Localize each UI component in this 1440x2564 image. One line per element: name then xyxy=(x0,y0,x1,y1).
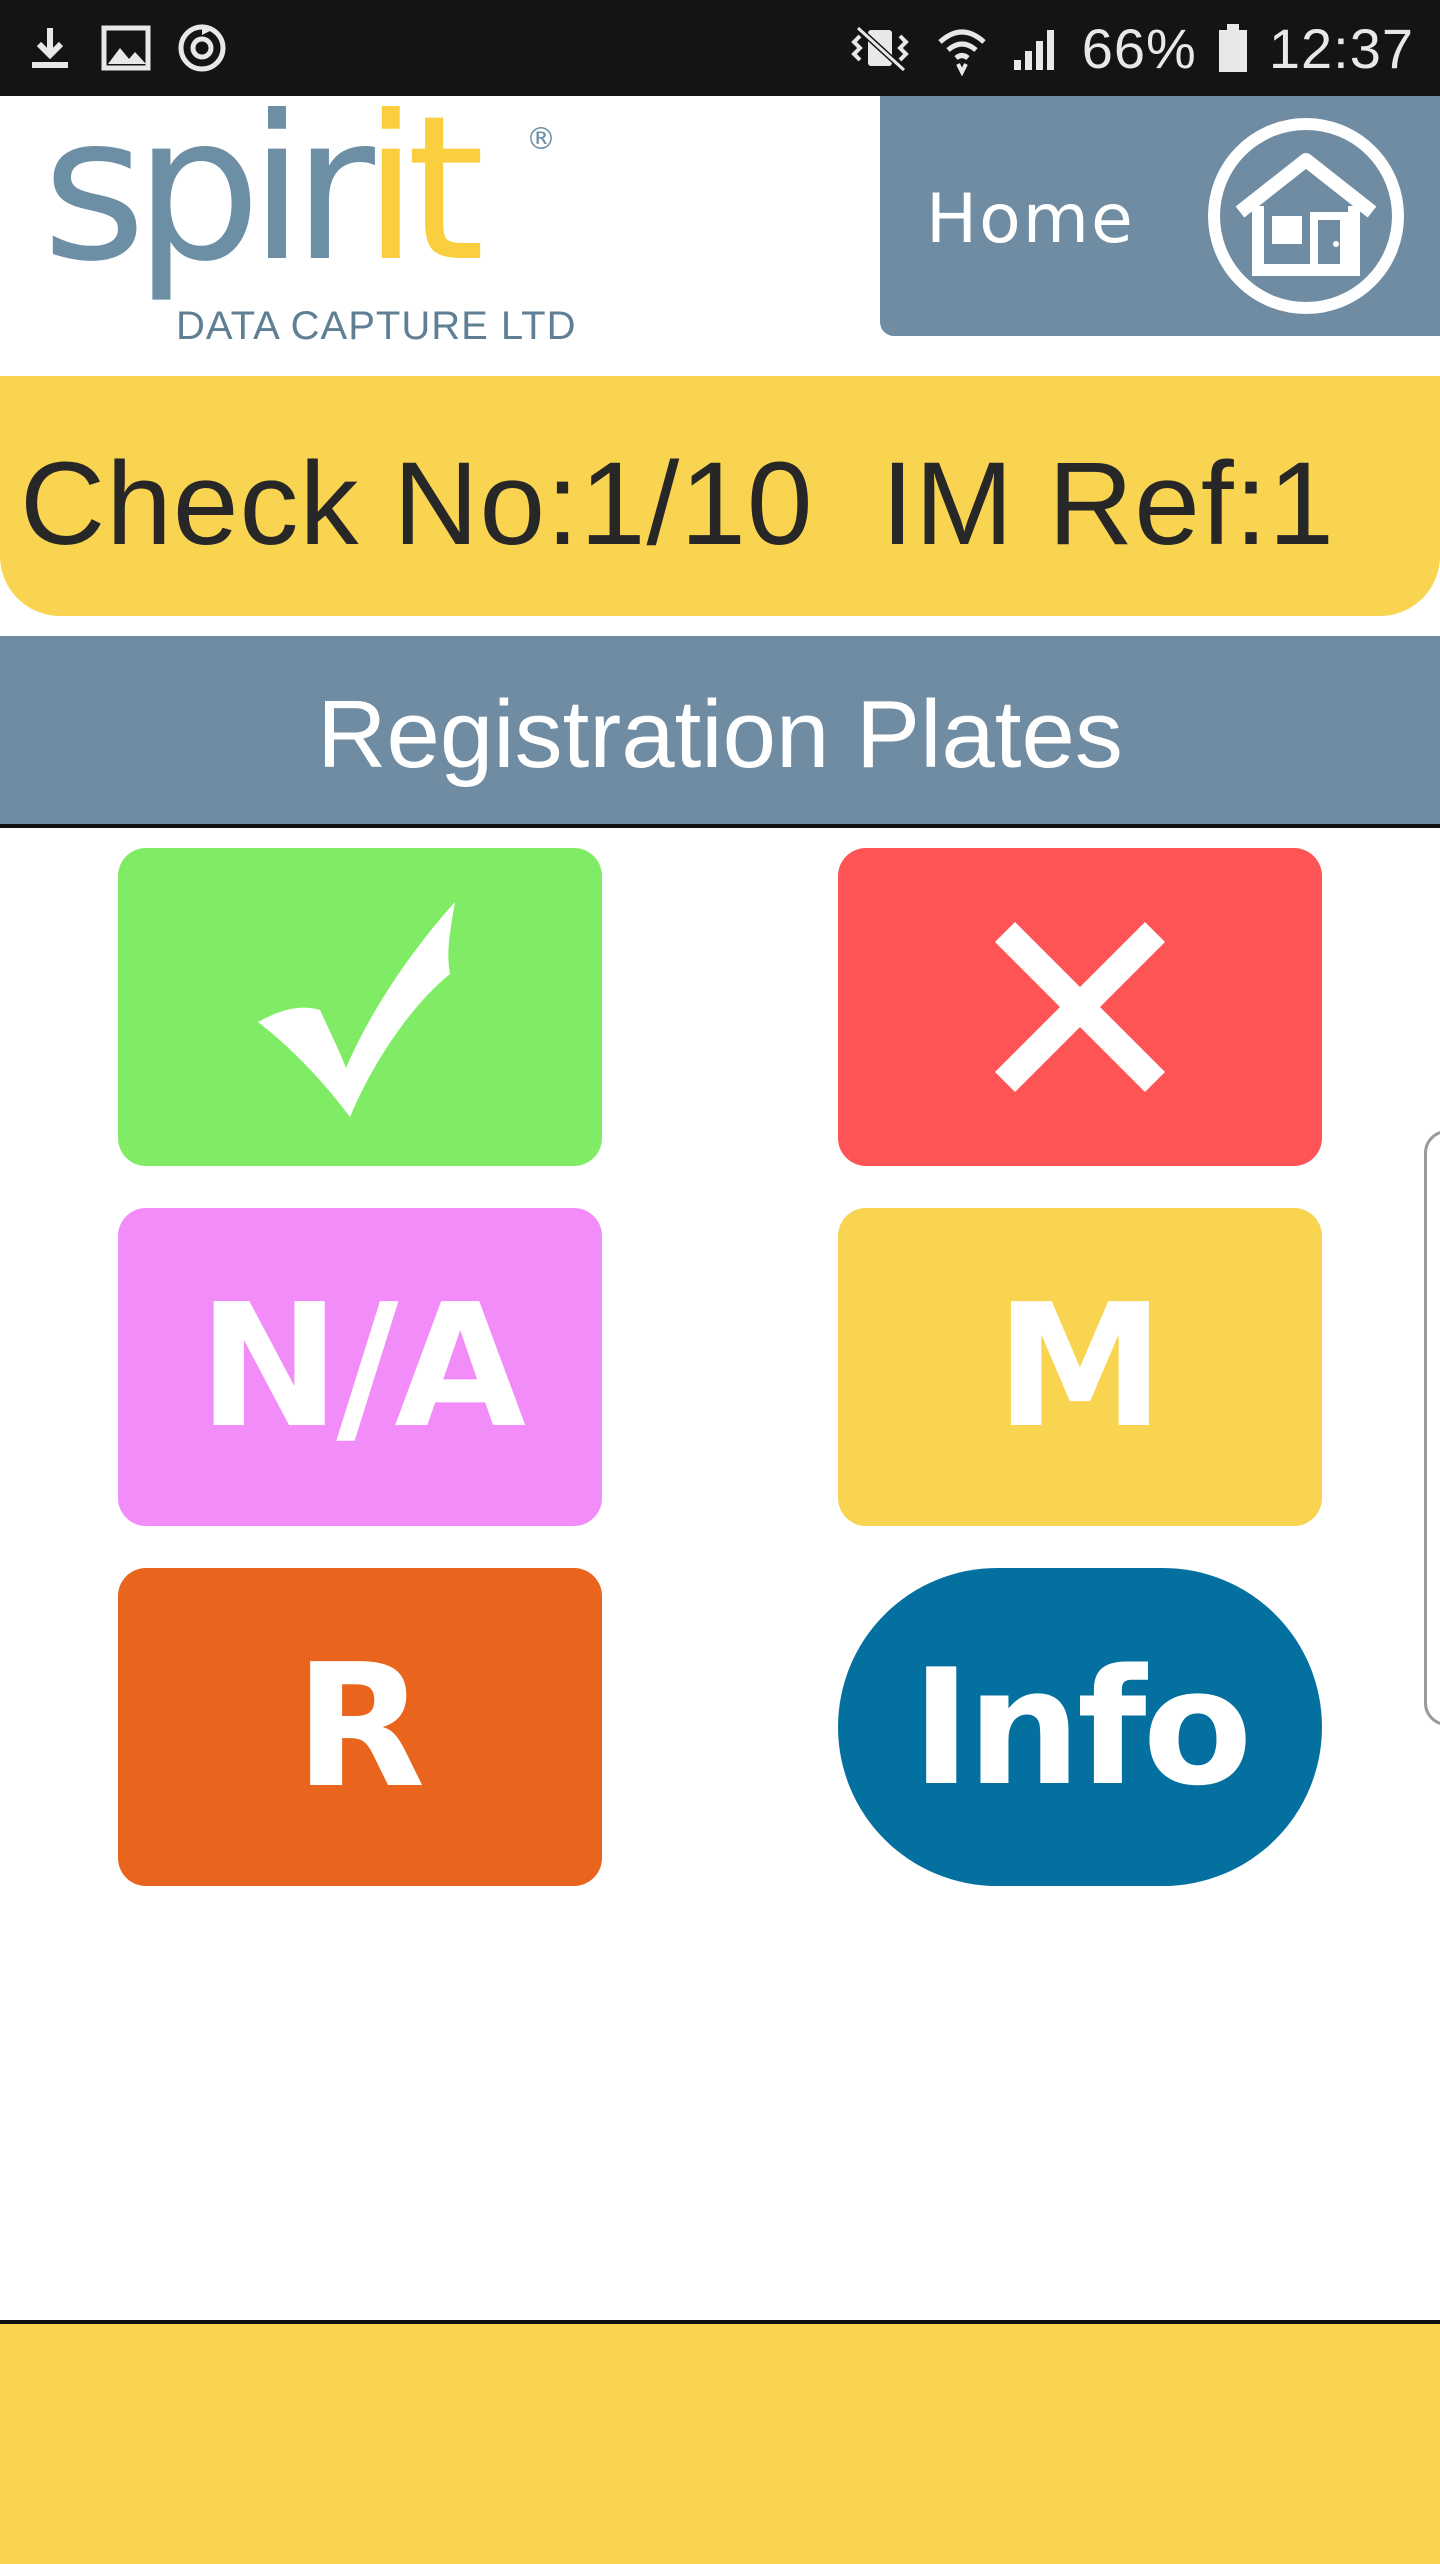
battery-icon xyxy=(1215,20,1251,76)
home-label: Home xyxy=(926,180,1135,259)
sync-icon xyxy=(174,20,230,76)
house-icon xyxy=(1206,116,1406,316)
section-title: Registration Plates xyxy=(317,681,1123,788)
app-header: spirit ® DATA CAPTURE LTD Home xyxy=(0,90,1440,376)
checkmark-icon xyxy=(250,892,470,1122)
clock: 12:37 xyxy=(1268,16,1414,80)
m-button[interactable]: M xyxy=(838,1208,1322,1526)
status-bar-left xyxy=(22,20,230,76)
download-icon xyxy=(22,20,78,76)
pass-button[interactable] xyxy=(118,848,602,1166)
image-icon xyxy=(98,20,154,76)
status-bar-right: 66% 12:37 xyxy=(844,14,1414,82)
logo-wordmark: spirit xyxy=(42,90,485,290)
section-header: Registration Plates xyxy=(0,636,1440,828)
r-label: R xyxy=(294,1628,426,1826)
side-drawer-handle[interactable] xyxy=(1424,1130,1440,1726)
logo-word-part2: it xyxy=(362,73,485,306)
fail-button[interactable] xyxy=(838,848,1322,1166)
info-label: Info xyxy=(911,1633,1253,1821)
battery-percent: 66% xyxy=(1081,16,1197,80)
spirit-logo: spirit ® DATA CAPTURE LTD xyxy=(36,90,577,358)
r-button[interactable]: R xyxy=(118,1568,602,1886)
not-applicable-button[interactable]: N/A xyxy=(118,1208,602,1526)
logo-tagline: DATA CAPTURE LTD xyxy=(176,304,577,348)
na-label: N/A xyxy=(198,1268,526,1466)
logo-word-part1: spir xyxy=(42,73,375,306)
signal-icon xyxy=(1008,20,1064,76)
check-info: Check No:1/10 IM Ref:1 xyxy=(20,438,1336,570)
logo-registered-mark: ® xyxy=(526,122,556,157)
home-button[interactable]: Home xyxy=(880,96,1440,336)
wifi-icon xyxy=(934,20,990,76)
footer-bar xyxy=(0,2320,1440,2564)
cross-icon xyxy=(985,912,1175,1102)
m-label: M xyxy=(995,1268,1165,1466)
check-banner: Check No:1/10 IM Ref:1 xyxy=(0,376,1440,616)
vibrate-icon xyxy=(844,20,916,76)
info-button[interactable]: Info xyxy=(838,1568,1322,1886)
